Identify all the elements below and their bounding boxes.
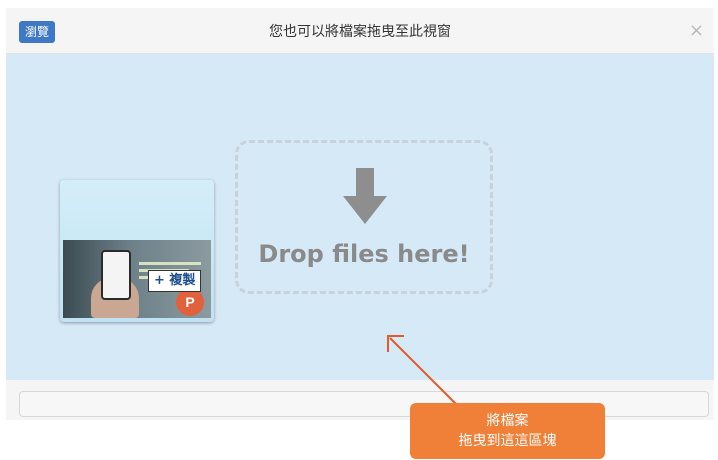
upload-dialog: 瀏覽 您也可以將檔案拖曳至此視窗 × P Drop files here! + … (0, 0, 718, 460)
dialog-header: 瀏覽 您也可以將檔案拖曳至此視窗 × (6, 8, 714, 54)
arrow-down-icon (343, 168, 387, 224)
dialog-footer (6, 380, 714, 420)
copy-badge: + 複製 (148, 270, 202, 292)
file-thumbnail[interactable]: P (60, 180, 214, 322)
pointer-arrow-icon (387, 335, 459, 407)
dialog-title: 您也可以將檔案拖曳至此視窗 (269, 24, 451, 40)
drop-area[interactable]: P Drop files here! (6, 54, 714, 380)
drop-zone-label: Drop files here! (258, 240, 470, 268)
powerpoint-icon: P (176, 288, 204, 316)
callout-line-1: 將檔案 (486, 413, 529, 429)
progress-field (19, 391, 709, 417)
instruction-callout: 將檔案 拖曳到這這區塊 (410, 403, 605, 459)
close-icon[interactable]: × (689, 20, 704, 42)
phone-graphic (101, 250, 131, 300)
drop-zone[interactable]: Drop files here! (235, 140, 493, 294)
callout-line-2: 拖曳到這這區塊 (458, 433, 557, 449)
